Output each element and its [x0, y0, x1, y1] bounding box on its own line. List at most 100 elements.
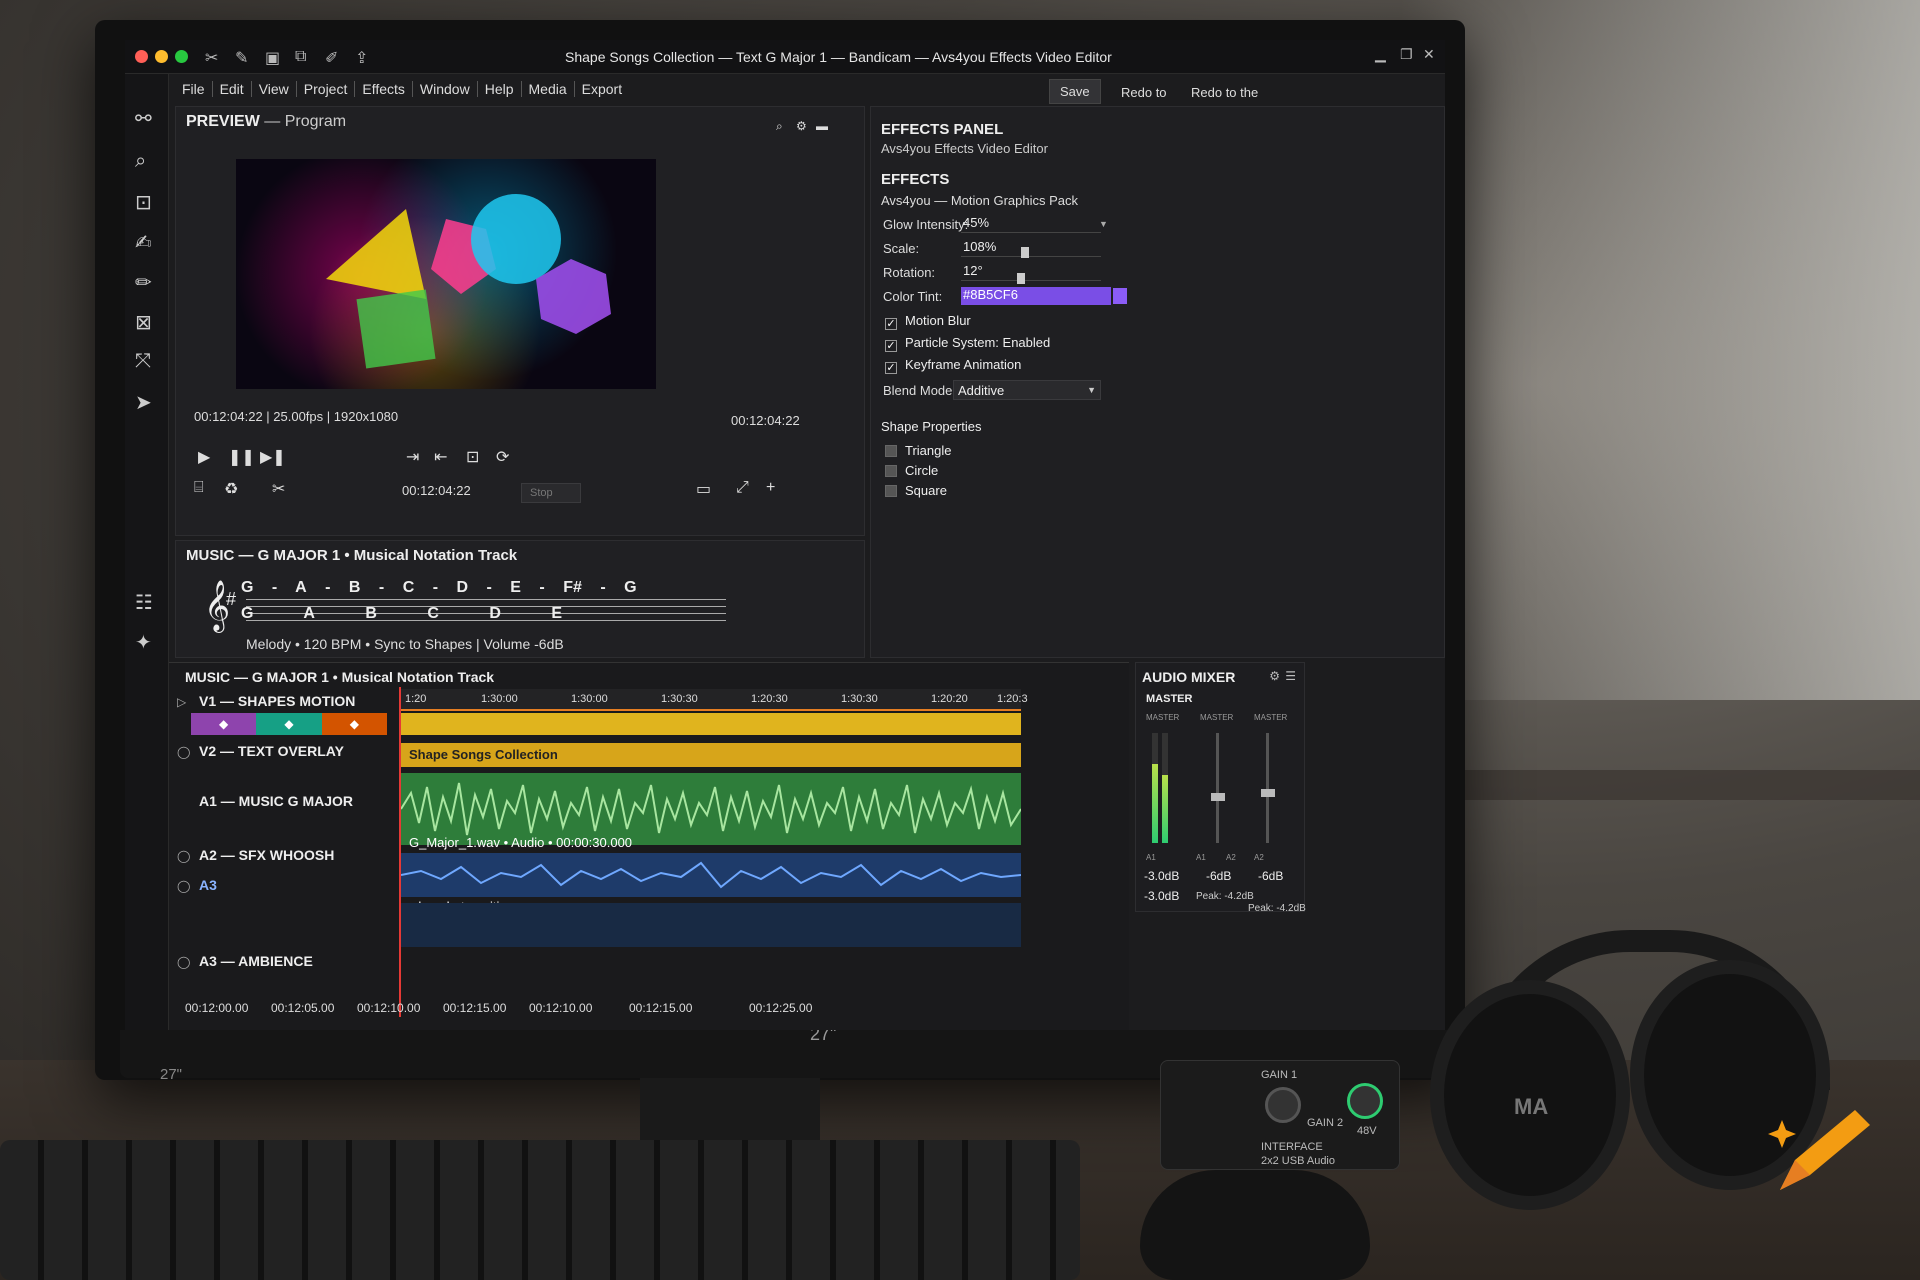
add-icon[interactable]: + [766, 479, 775, 497]
paint-icon[interactable]: ✍ [135, 230, 152, 255]
mark-out-icon[interactable]: ⇤ [434, 447, 447, 467]
settings-icon[interactable]: ⚙ [796, 119, 807, 133]
restore-icon[interactable]: ❐ [1400, 46, 1413, 63]
split-icon[interactable]: ⧉ [295, 48, 306, 66]
fader-thumb[interactable] [1261, 789, 1275, 797]
track-a3-short-label: A3 [199, 877, 217, 893]
mixer-settings-icon[interactable]: ⚙ [1269, 669, 1280, 683]
minimize-window-button[interactable] [155, 50, 168, 63]
stop-button[interactable]: Stop [521, 483, 581, 503]
close-window-button[interactable] [135, 50, 148, 63]
note-dash: - [325, 579, 331, 596]
next-frame-icon[interactable]: ▶❚ [260, 447, 286, 467]
v1-clip[interactable] [401, 713, 1021, 735]
a3-audio-clip[interactable] [401, 903, 1021, 947]
select-icon[interactable]: ➤ [135, 390, 152, 415]
playhead[interactable] [399, 687, 401, 1017]
text-overlay-clip[interactable]: Shape Songs Collection [401, 743, 1021, 767]
folder-icon[interactable]: ⌸ [194, 479, 204, 497]
loop-icon[interactable]: ⟳ [496, 447, 509, 467]
aspect-icon[interactable]: ▭ [696, 479, 711, 499]
scale-field[interactable]: 108% [961, 239, 1101, 257]
track-visibility-icon[interactable]: ◯ [177, 879, 190, 893]
track-v1-label: V1 — SHAPES MOTION [199, 693, 356, 709]
snapshot-icon[interactable]: ⊡ [466, 447, 479, 467]
pencil-icon[interactable]: ✏ [135, 270, 152, 295]
keyframe-block-orange[interactable]: ◆ [321, 713, 387, 735]
transform-icon[interactable]: ⤧ [135, 350, 151, 373]
keyframe-block-purple[interactable]: ◆ [191, 713, 257, 735]
tint-field[interactable]: #8B5CF6 [961, 287, 1111, 305]
particle-checkbox[interactable]: ✓ Particle System: Enabled [885, 335, 1050, 352]
pause-icon[interactable]: ❚❚ [228, 447, 255, 467]
save-button[interactable]: Save [1049, 79, 1101, 104]
menu-effects[interactable]: Effects [355, 81, 413, 97]
timeline-ruler[interactable]: 1:20 1:30:00 1:30:00 1:30:30 1:20:30 1:3… [401, 689, 1028, 711]
menu-window[interactable]: Window [413, 81, 478, 97]
fx-icon[interactable]: ✦ [135, 630, 152, 655]
expand-icon[interactable]: ⤢ [736, 479, 749, 497]
menu-help[interactable]: Help [478, 81, 522, 97]
shape-keyframe-blocks[interactable]: ◆ ◆ ◆ [191, 713, 387, 735]
glow-field[interactable]: 45% [961, 215, 1101, 233]
app-title: Shape Songs Collection — Text G Major 1 … [565, 49, 1112, 65]
menu-media[interactable]: Media [522, 81, 575, 97]
menu-view[interactable]: View [252, 81, 297, 97]
rotation-field[interactable]: 12° [961, 263, 1101, 281]
layers-icon[interactable]: ☷ [135, 590, 153, 615]
note-dash: - [432, 579, 439, 596]
text-icon[interactable]: ⊠ [135, 310, 152, 335]
minimize-icon[interactable]: ▁ [1375, 46, 1386, 63]
redo-to-the-button[interactable]: Redo to the [1181, 81, 1268, 104]
a2-audio-clip[interactable] [401, 853, 1021, 897]
db-label: -6dB [1258, 869, 1284, 883]
redo-to-button[interactable]: Redo to [1111, 81, 1177, 104]
chevron-down-icon[interactable]: ▼ [1099, 219, 1108, 229]
menu-edit[interactable]: Edit [213, 81, 252, 97]
note: D [456, 579, 469, 596]
track-visibility-icon[interactable]: ◯ [177, 745, 190, 759]
play-icon[interactable]: ▶ [198, 447, 210, 467]
menu-project[interactable]: Project [297, 81, 356, 97]
circle-label: Circle [905, 463, 939, 478]
scale-slider-thumb[interactable] [1021, 247, 1029, 258]
brush-icon[interactable]: ✐ [325, 48, 338, 68]
mixer-menu-icon[interactable]: ☰ [1285, 669, 1296, 683]
checkbox-unchecked [885, 445, 897, 457]
circle-checkbox[interactable]: Circle [885, 463, 938, 478]
track-visibility-icon[interactable]: ◯ [177, 849, 190, 863]
track-visibility-icon[interactable]: ▷ [177, 695, 186, 709]
menu-export[interactable]: Export [575, 81, 629, 97]
binoculars-icon[interactable]: ⚯ [135, 106, 152, 131]
keyframe-checkbox[interactable]: ✓ Keyframe Animation [885, 357, 1021, 374]
rotation-slider-thumb[interactable] [1017, 273, 1025, 284]
save-icon[interactable]: ▣ [265, 48, 280, 68]
motion-blur-checkbox[interactable]: ✓ Motion Blur [885, 313, 971, 330]
menu-file[interactable]: File [175, 81, 213, 97]
level-meter [1162, 733, 1168, 843]
tint-swatch[interactable] [1113, 288, 1127, 304]
mark-in-icon[interactable]: ⇥ [406, 447, 419, 467]
crop-icon[interactable]: ⊡ [135, 190, 152, 215]
video-preview[interactable] [236, 159, 656, 389]
effects-section-title: EFFECTS [881, 171, 950, 188]
gain2-label: GAIN 2 [1307, 1117, 1344, 1129]
export-icon[interactable]: ⇪ [355, 48, 368, 68]
note: G [241, 605, 254, 622]
keyframe-block-teal[interactable]: ◆ [256, 713, 322, 735]
close-icon[interactable]: ✕ [1423, 46, 1435, 63]
maximize-window-button[interactable] [175, 50, 188, 63]
triangle-checkbox[interactable]: Triangle [885, 443, 951, 458]
blend-mode-select[interactable]: Additive ▼ [953, 380, 1101, 400]
fullscreen-icon[interactable]: ▬ [816, 119, 828, 133]
zoom-icon[interactable]: ⌕ [776, 119, 783, 134]
square-checkbox[interactable]: Square [885, 483, 947, 498]
track-visibility-icon[interactable]: ◯ [177, 955, 190, 969]
pen-icon[interactable]: ✎ [235, 48, 248, 68]
search-icon[interactable]: ⌕ [135, 150, 146, 173]
fader-thumb[interactable] [1211, 793, 1225, 801]
recycle-icon[interactable]: ♻ [224, 479, 238, 499]
cut-icon[interactable]: ✂ [205, 48, 218, 68]
cut-tool-icon[interactable]: ✂ [272, 479, 285, 499]
effects-pack-name: Avs4you — Motion Graphics Pack [881, 193, 1079, 208]
